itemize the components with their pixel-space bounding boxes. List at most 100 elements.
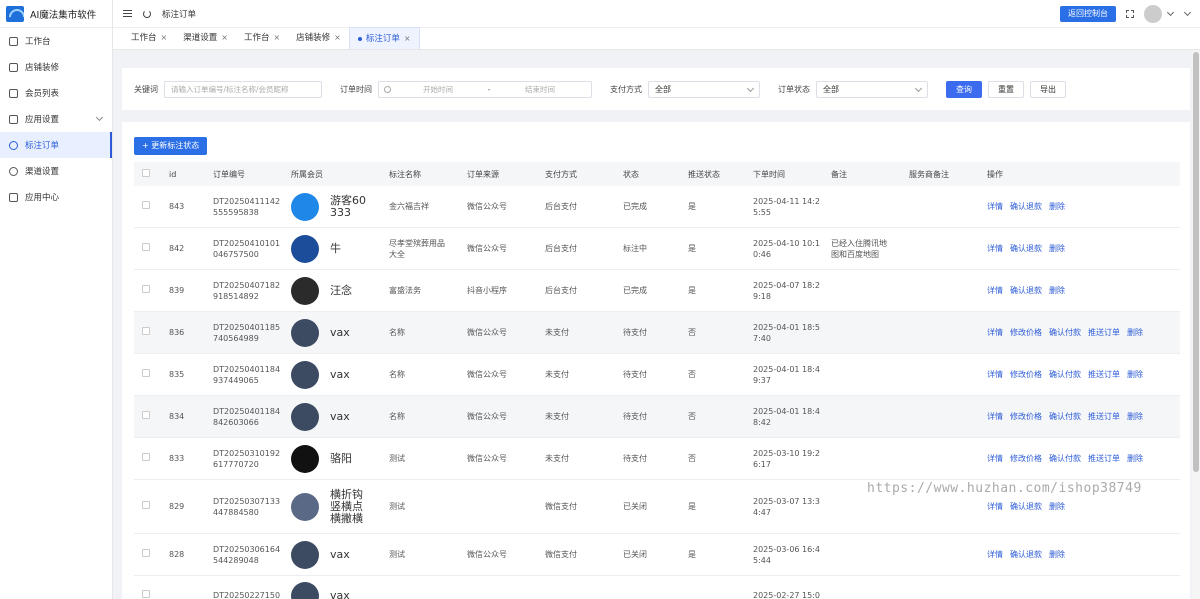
op-link[interactable]: 确认退款 bbox=[1010, 550, 1042, 559]
op-link[interactable]: 详情 bbox=[987, 550, 1003, 559]
cell-line: 测试 bbox=[389, 502, 405, 511]
app-logo[interactable]: AI魔法集市软件 bbox=[0, 0, 112, 28]
operations-cell: 详情 修改价格 确认付款 推送订单 删除 bbox=[987, 453, 1197, 464]
op-link[interactable]: 推送订单 bbox=[1088, 328, 1120, 337]
close-icon[interactable]: × bbox=[334, 27, 341, 49]
op-link[interactable]: 详情 bbox=[987, 286, 1003, 295]
op-link[interactable]: 修改价格 bbox=[1010, 412, 1042, 421]
op-link[interactable]: 删除 bbox=[1049, 244, 1065, 253]
close-icon[interactable]: × bbox=[221, 27, 228, 49]
row-checkbox[interactable] bbox=[142, 243, 150, 251]
start-date-input[interactable]: 开始时间 bbox=[397, 84, 479, 95]
op-link[interactable]: 删除 bbox=[1049, 286, 1065, 295]
date-range-input[interactable]: 开始时间 - 结束时间 bbox=[378, 80, 592, 98]
op-link[interactable]: 修改价格 bbox=[1010, 370, 1042, 379]
fullscreen-icon[interactable] bbox=[1126, 10, 1134, 18]
keyword-input[interactable]: 请输入订单编号/标注名称/会员昵称 bbox=[164, 80, 322, 98]
row-checkbox[interactable] bbox=[142, 285, 150, 293]
order-id: 839 bbox=[169, 286, 185, 295]
row-checkbox[interactable] bbox=[142, 369, 150, 377]
op-link[interactable]: 详情 bbox=[987, 328, 1003, 337]
order-time: 2025-04-01 18:4 8:42 bbox=[753, 406, 831, 428]
order-status-select[interactable]: 全部 bbox=[816, 80, 928, 98]
cell-line: 大全 bbox=[389, 249, 405, 259]
export-button[interactable]: 导出 bbox=[1030, 80, 1066, 98]
row-checkbox[interactable] bbox=[142, 501, 150, 509]
op-link[interactable]: 修改价格 bbox=[1010, 454, 1042, 463]
scrollbar-thumb[interactable] bbox=[1193, 52, 1199, 472]
close-icon[interactable]: × bbox=[273, 27, 280, 49]
annotation-name: 富盛法务 bbox=[389, 285, 467, 296]
op-link[interactable]: 详情 bbox=[987, 202, 1003, 211]
pay-method: 未支付 bbox=[545, 370, 569, 379]
op-link[interactable]: 删除 bbox=[1127, 454, 1143, 463]
op-link[interactable]: 详情 bbox=[987, 454, 1003, 463]
row-checkbox[interactable] bbox=[142, 453, 150, 461]
op-link[interactable]: 删除 bbox=[1127, 412, 1143, 421]
row-checkbox[interactable] bbox=[142, 327, 150, 335]
op-link[interactable]: 确认退款 bbox=[1010, 502, 1042, 511]
tab-2[interactable]: 工作台 × bbox=[236, 27, 288, 49]
op-link[interactable]: 确认付款 bbox=[1049, 412, 1081, 421]
op-link[interactable]: 详情 bbox=[987, 244, 1003, 253]
cell-line: DT20250410101 bbox=[213, 238, 281, 248]
cell-line: DT20250307133 bbox=[213, 496, 281, 506]
tab-3[interactable]: 店铺装修 × bbox=[288, 27, 349, 49]
op-link[interactable]: 确认退款 bbox=[1010, 244, 1042, 253]
sidebar-item-3[interactable]: 应用设置 bbox=[0, 106, 112, 132]
select-all-checkbox[interactable] bbox=[142, 168, 150, 177]
operations-cell: 详情 确认退款 删除 bbox=[987, 501, 1197, 512]
op-link[interactable]: 删除 bbox=[1127, 370, 1143, 379]
op-link[interactable]: 详情 bbox=[987, 502, 1003, 511]
order-status: 待支付 bbox=[623, 370, 647, 379]
column-header: 订单编号 bbox=[213, 169, 245, 179]
close-icon[interactable]: × bbox=[161, 27, 168, 49]
cell-line: vax bbox=[330, 409, 350, 423]
sidebar-item-2[interactable]: 会员列表 bbox=[0, 80, 112, 106]
op-link[interactable]: 删除 bbox=[1049, 502, 1065, 511]
chevron-down-icon[interactable] bbox=[1183, 8, 1192, 17]
op-link[interactable]: 确认付款 bbox=[1049, 454, 1081, 463]
reset-button[interactable]: 重置 bbox=[988, 80, 1024, 98]
op-link[interactable]: 确认付款 bbox=[1049, 370, 1081, 379]
pay-method-select[interactable]: 全部 bbox=[648, 80, 760, 98]
sidebar-item-0[interactable]: 工作台 bbox=[0, 28, 112, 54]
update-status-button[interactable]: + 更新标注状态 bbox=[134, 137, 208, 155]
op-link[interactable]: 确认退款 bbox=[1010, 286, 1042, 295]
row-checkbox[interactable] bbox=[142, 411, 150, 419]
refresh-icon[interactable] bbox=[143, 9, 151, 18]
return-console-button[interactable]: 返回控制台 bbox=[1060, 6, 1116, 22]
op-link[interactable]: 删除 bbox=[1049, 202, 1065, 211]
op-link[interactable]: 修改价格 bbox=[1010, 328, 1042, 337]
query-button[interactable]: 查询 bbox=[946, 80, 982, 98]
row-checkbox[interactable] bbox=[142, 590, 150, 598]
close-icon[interactable]: × bbox=[404, 28, 411, 50]
sidebar-item-1[interactable]: 店铺装修 bbox=[0, 54, 112, 80]
breadcrumb: 标注订单 bbox=[162, 9, 197, 20]
op-link[interactable]: 详情 bbox=[987, 412, 1003, 421]
page-scrollbar[interactable] bbox=[1192, 50, 1200, 599]
chevron-down-icon[interactable] bbox=[1166, 8, 1175, 17]
row-checkbox[interactable] bbox=[142, 201, 150, 209]
member-avatar bbox=[291, 540, 319, 569]
op-link[interactable]: 详情 bbox=[987, 370, 1003, 379]
op-link[interactable]: 删除 bbox=[1049, 550, 1065, 559]
op-link[interactable]: 确认退款 bbox=[1010, 202, 1042, 211]
menu-toggle-icon[interactable] bbox=[123, 10, 132, 17]
end-date-input[interactable]: 结束时间 bbox=[499, 84, 581, 95]
op-link[interactable]: 推送订单 bbox=[1088, 370, 1120, 379]
op-link[interactable]: 推送订单 bbox=[1088, 454, 1120, 463]
op-link[interactable]: 删除 bbox=[1127, 328, 1143, 337]
tab-1[interactable]: 渠道设置 × bbox=[175, 27, 236, 49]
sidebar-item-5[interactable]: 渠道设置 bbox=[0, 158, 112, 184]
tab-0[interactable]: 工作台 × bbox=[123, 27, 175, 49]
op-link[interactable]: 推送订单 bbox=[1088, 412, 1120, 421]
tab-4[interactable]: 标注订单 × bbox=[348, 27, 420, 50]
sidebar-item-4[interactable]: 标注订单 bbox=[0, 132, 112, 158]
user-avatar[interactable] bbox=[1144, 5, 1162, 23]
op-link[interactable]: 确认付款 bbox=[1049, 328, 1081, 337]
row-checkbox[interactable] bbox=[142, 549, 150, 557]
member-cell: 骆阳 bbox=[291, 444, 389, 473]
sidebar-item-6[interactable]: 应用中心 bbox=[0, 184, 112, 210]
sidebar: AI魔法集市软件 工作台 店铺装修 会员列表 应用设置 标注订单 渠道设置 应用中心 bbox=[0, 0, 113, 599]
